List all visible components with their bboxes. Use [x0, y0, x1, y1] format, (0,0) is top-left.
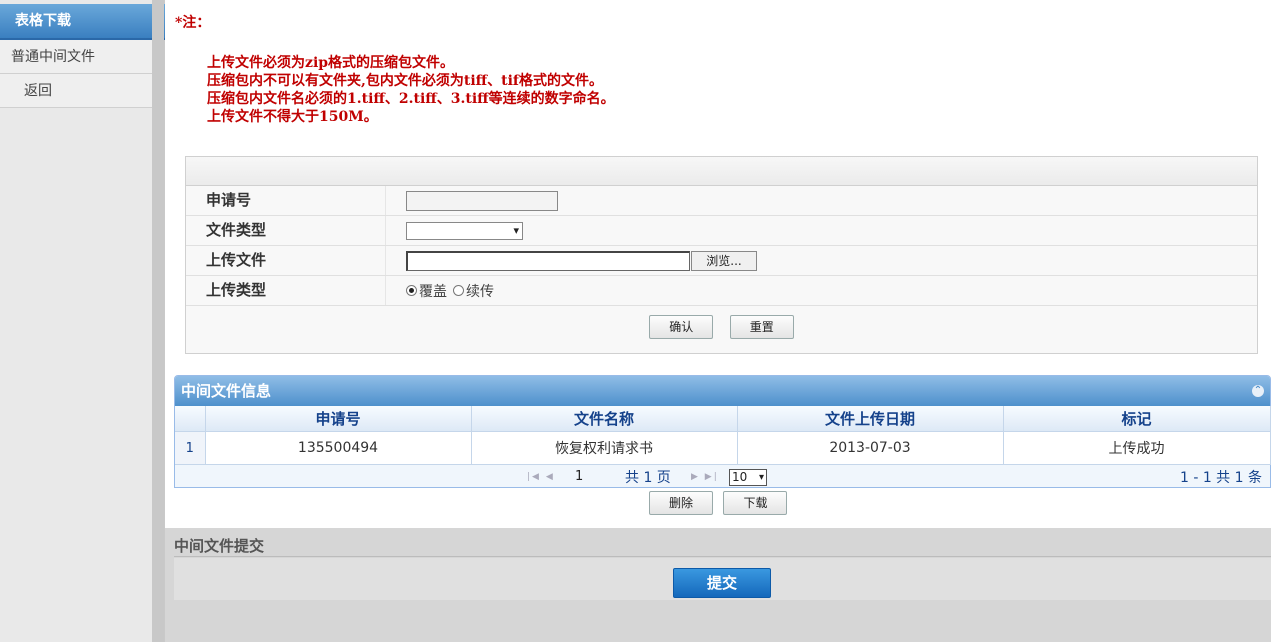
intermediate-file-grid: 中间文件信息 ⌃ 申请号 文件名称 文件上传日期 标记 1 135500494: [174, 375, 1271, 488]
submit-area: 提交: [174, 558, 1271, 600]
sidebar-header[interactable]: 表格下载: [0, 4, 165, 40]
application-no-input[interactable]: [406, 190, 558, 211]
confirm-button[interactable]: 确认: [649, 315, 714, 339]
upload-file-path-input[interactable]: [406, 250, 690, 271]
cell-upload-date: 2013-07-03: [737, 431, 1004, 465]
chevron-down-icon: ▾: [513, 223, 519, 237]
collapse-icon[interactable]: ⌃: [1252, 385, 1264, 397]
browse-button[interactable]: 浏览...: [691, 250, 757, 271]
col-header-rownum: [175, 406, 206, 432]
row-upload-file: 上传文件 浏览...: [186, 246, 1257, 276]
row-file-type: 文件类型 ▾: [186, 216, 1257, 246]
col-header-upload-date[interactable]: 文件上传日期: [737, 406, 1004, 432]
row-application-no: 申请号: [186, 186, 1257, 216]
upload-form: 申请号 文件类型 ▾ 上传文件 浏览... 上传类型 覆盖 续传 确认 重置: [185, 156, 1258, 354]
note-line: 上传文件必须为zip格式的压缩包文件。: [207, 55, 455, 71]
note-line: 上传文件不得大于150M。: [207, 109, 378, 125]
grid-title: 中间文件信息 ⌃: [175, 376, 1270, 406]
col-header-mark[interactable]: 标记: [1003, 406, 1271, 432]
grid-pager: |◀ ◀ 1 共 1 页 ▶ ▶| 10 ▾ 1 - 1 共 1 条: [175, 465, 1270, 491]
chevron-down-icon: ▾: [758, 472, 764, 483]
grid-actions: 删除 下载: [649, 491, 793, 515]
form-header-bar: [186, 157, 1257, 186]
divider: [174, 556, 1271, 557]
current-page-input[interactable]: 1: [571, 468, 615, 486]
note-line: 压缩包内文件名必须的1.tiff、2.tiff、3.tiff等连续的数字命名。: [207, 91, 615, 107]
sidebar-scrollbar[interactable]: [152, 0, 164, 642]
table-row[interactable]: 1 135500494 恢复权利请求书 2013-07-03 上传成功: [175, 431, 1271, 465]
radio-resume[interactable]: [453, 285, 464, 296]
radio-overwrite[interactable]: [406, 285, 417, 296]
col-header-file-name[interactable]: 文件名称: [471, 406, 738, 432]
col-header-application-no[interactable]: 申请号: [205, 406, 472, 432]
radio-overwrite-label[interactable]: 覆盖: [419, 281, 447, 301]
application-no-label: 申请号: [186, 186, 386, 215]
upload-type-label: 上传类型: [186, 276, 386, 305]
upload-notes: *注： 上传文件必须为zip格式的压缩包文件。 压缩包内不可以有文件夹,包内文件…: [175, 14, 615, 126]
main-content: *注： 上传文件必须为zip格式的压缩包文件。 压缩包内不可以有文件夹,包内文件…: [165, 0, 1271, 642]
radio-resume-label[interactable]: 续传: [466, 281, 494, 301]
grid-table: 申请号 文件名称 文件上传日期 标记 1 135500494 恢复权利请求书 2…: [175, 406, 1271, 465]
submit-button[interactable]: 提交: [673, 568, 771, 598]
file-type-select[interactable]: ▾: [406, 221, 523, 240]
download-button[interactable]: 下载: [723, 491, 788, 515]
cell-application-no: 135500494: [205, 431, 472, 465]
page-size-select[interactable]: 10 ▾: [729, 469, 767, 486]
sidebar: 表格下载 普通中间文件 返回: [0, 0, 165, 642]
note-line: 压缩包内不可以有文件夹,包内文件必须为tiff、tif格式的文件。: [207, 73, 603, 89]
reset-button[interactable]: 重置: [729, 315, 794, 339]
row-upload-type: 上传类型 覆盖 续传: [186, 276, 1257, 306]
file-type-label: 文件类型: [186, 216, 386, 245]
total-pages: 共 1 页: [625, 470, 671, 486]
note-title: *注：: [175, 15, 211, 31]
delete-button[interactable]: 删除: [649, 491, 713, 515]
sidebar-item-normal-intermediate-file[interactable]: 普通中间文件: [0, 40, 153, 74]
cell-file-name: 恢复权利请求书: [471, 431, 738, 465]
sidebar-item-back[interactable]: 返回: [0, 74, 153, 108]
submit-section-title: 中间文件提交: [174, 537, 265, 555]
upload-file-label: 上传文件: [186, 246, 386, 275]
record-range: 1 - 1 共 1 条: [1179, 470, 1262, 486]
form-actions: 确认 重置: [186, 315, 1257, 339]
first-prev-page-icon[interactable]: |◀ ◀: [527, 472, 555, 482]
cell-mark: 上传成功: [1003, 431, 1271, 465]
row-number: 1: [175, 431, 206, 465]
next-last-page-icon[interactable]: ▶ ▶|: [691, 472, 719, 482]
